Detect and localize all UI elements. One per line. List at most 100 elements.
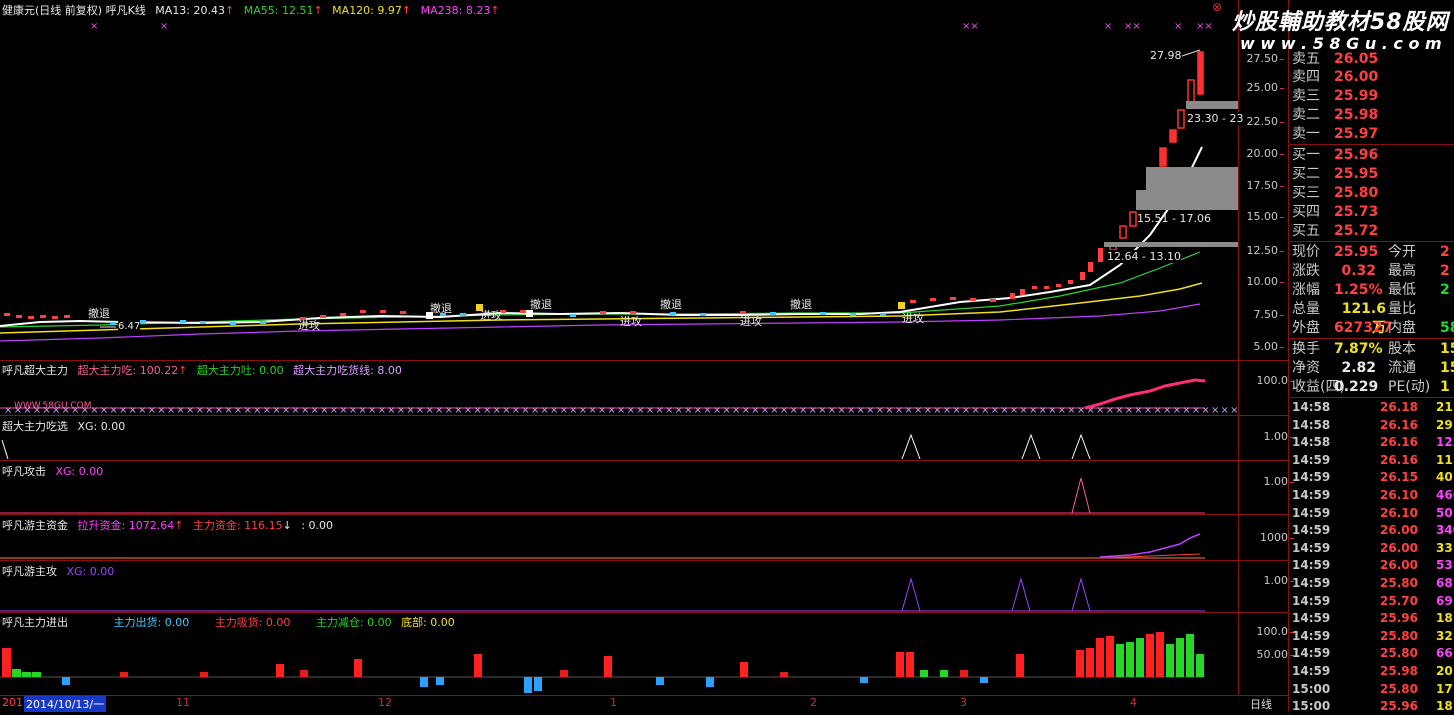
buy-row-2: 买二 25.95 xyxy=(1292,166,1379,182)
tick-price: 26.10 xyxy=(1380,505,1418,520)
tick-price: 25.80 xyxy=(1380,681,1418,696)
tick-row: 14:59 25.98 20 xyxy=(1290,663,1454,680)
tick-time: 14:59 xyxy=(1292,593,1331,608)
buy-row-4: 买四 25.73 xyxy=(1292,204,1379,220)
tick-price: 26.16 xyxy=(1380,452,1418,467)
attack-marker xyxy=(898,302,905,309)
tick-time: 14:59 xyxy=(1292,664,1331,678)
tick-volume: 29 xyxy=(1436,417,1453,432)
tick-time: 14:59 xyxy=(1292,611,1331,626)
tick-time: 14:59 xyxy=(1292,558,1331,573)
x-marker-icon: × xyxy=(1174,21,1183,32)
zone-label-3: 12.64 - 13.10 xyxy=(1107,250,1181,263)
stat-row-volume: 总量 121.6万 量比 xyxy=(1292,301,1416,336)
sell-row-1: 卖一 25.97 xyxy=(1292,126,1379,142)
tick-volume: 18 xyxy=(1436,699,1453,714)
tick-volume: 466 xyxy=(1436,488,1454,502)
tick-price: 25.98 xyxy=(1380,664,1418,678)
stat-row-eps: 收益(四) 0.229 PE(动) 1 xyxy=(1292,379,1450,395)
panel2-axis: 100.0 xyxy=(1238,374,1294,387)
x-marker-icon: ×× xyxy=(962,21,979,32)
tick-volume: 33 xyxy=(1436,540,1453,555)
price-tick: 27.50 xyxy=(1228,52,1284,65)
signal-retreat: 撤退 xyxy=(530,298,552,311)
signal-retreat: 撤退 xyxy=(430,302,452,315)
panel7-axis-2: 50.00 xyxy=(1238,648,1294,661)
quote-divider xyxy=(1290,241,1454,242)
tick-row: 14:58 26.16 29 xyxy=(1290,417,1454,434)
zone-bar-3 xyxy=(1136,190,1238,210)
price-tick: 7.50 xyxy=(1228,308,1284,321)
signal-attack: 进攻 xyxy=(480,309,502,322)
tick-row: 14:58 26.16 122 xyxy=(1290,434,1454,451)
price-axis: 27.50 25.00 22.50 20.00 17.50 15.00 12.5… xyxy=(1238,0,1288,360)
price-tick: 25.00 xyxy=(1228,81,1284,94)
tick-time: 14:59 xyxy=(1292,505,1331,520)
price-tick: 15.00 xyxy=(1228,210,1284,223)
tick-volume: 40 xyxy=(1436,470,1453,485)
sell-row-5: 卖五 26.05 xyxy=(1292,51,1379,67)
stat-row-turnover: 换手7.87%股本15 xyxy=(1292,341,1454,357)
tick-volume: 17 xyxy=(1436,681,1453,696)
tick-volume: 69 xyxy=(1436,593,1453,608)
quote-divider xyxy=(1290,144,1454,145)
price-tick: 20.00 xyxy=(1228,147,1284,160)
tick-time: 14:58 xyxy=(1292,435,1331,450)
panel6-chart xyxy=(0,577,1205,612)
stat-row-outer: 外盘627327内盘580 xyxy=(1292,320,1454,336)
stat-row-price: 现价 25.95 今开 2 xyxy=(1292,244,1450,260)
tick-volume: 340 xyxy=(1436,523,1454,538)
panel5-axis: 1000 xyxy=(1238,531,1294,544)
tick-time: 14:59 xyxy=(1292,628,1331,643)
tick-row: 14:59 26.00 33 xyxy=(1290,540,1454,557)
quote-panel-border xyxy=(1288,0,1289,711)
tick-row: 14:59 25.96 18 xyxy=(1290,610,1454,627)
tick-row: 14:59 25.80 66 xyxy=(1290,645,1454,662)
tick-price: 25.80 xyxy=(1380,576,1418,590)
sell-row-2: 卖二 25.98 xyxy=(1292,107,1379,123)
tick-volume: 122 xyxy=(1436,435,1454,450)
tick-time: 15:00 xyxy=(1292,699,1331,714)
tick-time: 14:59 xyxy=(1292,576,1331,590)
panel4-chart xyxy=(0,477,1205,514)
stat-row-netasset: 净资2.82流通15 xyxy=(1292,360,1454,376)
panel5-chart xyxy=(0,533,1205,559)
price-chart[interactable] xyxy=(0,0,1238,360)
zone-bar-1 xyxy=(1186,101,1238,109)
quote-divider xyxy=(1290,338,1454,339)
tick-price: 26.15 xyxy=(1380,470,1418,485)
period-label[interactable]: 日线 xyxy=(1250,696,1272,712)
panel7-chart xyxy=(0,632,1205,693)
zone-bar-4 xyxy=(1104,242,1238,247)
panel6-axis: 1.00 xyxy=(1238,574,1294,587)
month-tick: 12 xyxy=(378,696,392,709)
quote-divider xyxy=(1290,397,1454,398)
buy-row-5: 买五 25.72 xyxy=(1292,223,1379,239)
signal-retreat: 撤退 xyxy=(88,307,110,320)
date-axis-start: 201 xyxy=(2,696,23,709)
signal-attack: 进攻 xyxy=(620,315,642,328)
tick-price: 26.16 xyxy=(1380,435,1418,450)
x-marker-icon: ×× xyxy=(1196,21,1213,32)
tick-price: 25.96 xyxy=(1380,611,1418,626)
date-cursor[interactable]: 2014/10/13/一 xyxy=(24,696,107,712)
panel3-chart xyxy=(1,433,1091,460)
tick-time: 14:59 xyxy=(1292,488,1331,502)
tick-volume: 20 xyxy=(1436,664,1453,678)
tick-row: 14:59 26.00 340 xyxy=(1290,522,1454,539)
tick-volume: 11 xyxy=(1436,452,1453,467)
price-tick: 10.00 xyxy=(1228,275,1284,288)
price-tick: 22.50 xyxy=(1228,115,1284,128)
tick-row: 14:59 25.80 32 xyxy=(1290,628,1454,645)
tick-price: 26.00 xyxy=(1380,558,1418,573)
tick-row: 14:59 26.16 11 xyxy=(1290,452,1454,469)
tick-time: 14:59 xyxy=(1292,452,1331,467)
tick-time: 15:00 xyxy=(1292,681,1331,696)
high-price-label: 27.98 xyxy=(1150,49,1182,62)
tick-volume: 32 xyxy=(1436,628,1453,643)
tick-time: 14:58 xyxy=(1292,400,1331,414)
tick-volume: 21 xyxy=(1436,400,1453,414)
tick-volume: 50 xyxy=(1436,505,1453,520)
x-marker-icon: × xyxy=(160,21,169,32)
date-axis: 201 2014/10/13/一 11 12 1 2 3 4 日线 xyxy=(0,696,1288,712)
